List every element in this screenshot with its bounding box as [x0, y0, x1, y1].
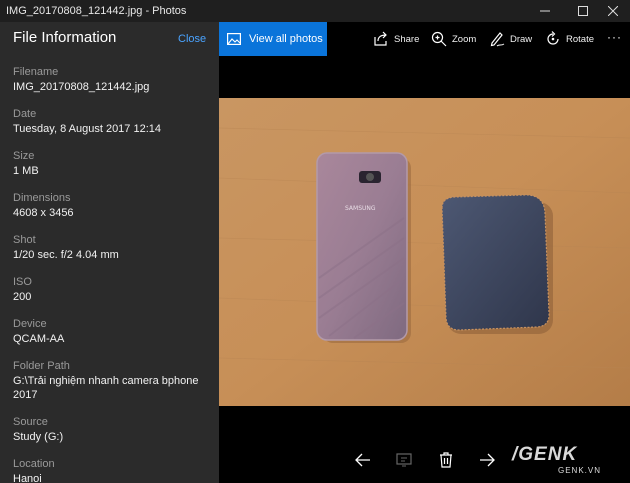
- info-value: 1/20 sec. f/2 4.04 mm: [13, 249, 119, 261]
- info-label: Dimensions: [13, 192, 71, 204]
- close-icon: [608, 6, 618, 16]
- panel-title: File Information: [13, 29, 117, 46]
- arrow-left-icon: [355, 453, 370, 467]
- info-value[interactable]: G:\Trải nghiệm nhanh camera bphone: [13, 374, 198, 388]
- file-info-panel: File Information Close Filename IMG_2017…: [0, 22, 219, 483]
- info-location: Location Hanoi: [13, 457, 55, 483]
- draw-label: Draw: [510, 33, 533, 45]
- delete-button[interactable]: [436, 450, 456, 470]
- zoom-icon: [431, 31, 447, 47]
- info-label: ISO: [13, 276, 32, 288]
- info-label: Filename: [13, 66, 59, 78]
- info-value: Study (G:): [13, 431, 64, 443]
- info-iso: ISO 200: [13, 275, 32, 304]
- slideshow-icon: [396, 453, 412, 467]
- info-label: Date: [13, 108, 37, 120]
- info-label: Size: [13, 150, 35, 162]
- info-label: Location: [13, 458, 55, 470]
- maximize-button[interactable]: [566, 0, 600, 22]
- rotate-icon: [547, 31, 559, 45]
- photo-viewer: SAMSUNG: [219, 56, 630, 483]
- zoom-button[interactable]: Zoom: [431, 30, 476, 48]
- info-label: Folder Path: [13, 360, 70, 372]
- rotate-label: Rotate: [566, 33, 594, 45]
- photo-image: SAMSUNG: [219, 98, 630, 406]
- genk-watermark: /GENK GENK.VN: [512, 444, 622, 478]
- close-panel-link[interactable]: Close: [178, 33, 206, 45]
- close-window-button[interactable]: [596, 0, 630, 22]
- view-all-label: View all photos: [249, 33, 323, 45]
- info-label: Source: [13, 416, 48, 428]
- delete-icon: [440, 452, 452, 468]
- info-folder-path: Folder Path G:\Trải nghiệm nhanh camera …: [13, 359, 198, 402]
- view-all-photos-button[interactable]: View all photos: [219, 22, 327, 56]
- info-value: Tuesday, 8 August 2017 12:14: [13, 123, 162, 135]
- info-value: QCAM-AA: [13, 333, 65, 345]
- minimize-icon: [540, 10, 550, 12]
- info-device: Device QCAM-AA: [13, 317, 64, 346]
- more-icon[interactable]: ···: [607, 30, 622, 44]
- info-value: IMG_20170808_121442.jpg: [13, 81, 150, 93]
- info-dimensions: Dimensions 4608 x 3456: [13, 191, 74, 220]
- toolbar: Share Zoom Draw Rotate ···: [327, 22, 630, 56]
- share-icon: [374, 31, 387, 46]
- info-value: 200: [13, 291, 32, 303]
- info-value: 1 MB: [13, 165, 39, 177]
- photos-icon: [227, 33, 241, 45]
- slideshow-button[interactable]: [394, 450, 414, 470]
- info-value: 4608 x 3456: [13, 207, 74, 219]
- draw-icon: [490, 32, 505, 47]
- info-shot: Shot 1/20 sec. f/2 4.04 mm: [13, 233, 119, 262]
- watermark-logo: /GENK: [512, 444, 578, 465]
- info-value: Hanoi: [13, 473, 42, 483]
- title-bar: IMG_20170808_121442.jpg - Photos: [0, 0, 630, 22]
- window-title: IMG_20170808_121442.jpg - Photos: [6, 5, 187, 17]
- info-label: Device: [13, 318, 47, 330]
- share-button[interactable]: Share: [373, 30, 419, 48]
- next-button[interactable]: [477, 450, 497, 470]
- maximize-icon: [578, 6, 588, 16]
- draw-button[interactable]: Draw: [489, 30, 532, 48]
- info-filename: Filename IMG_20170808_121442.jpg: [13, 65, 149, 94]
- phone-brand-text: SAMSUNG: [345, 205, 376, 212]
- previous-button[interactable]: [353, 450, 373, 470]
- zoom-label: Zoom: [452, 33, 477, 45]
- info-label: Shot: [13, 234, 36, 246]
- info-value-continued[interactable]: 2017: [13, 388, 198, 402]
- share-label: Share: [394, 33, 420, 45]
- info-source: Source Study (G:): [13, 415, 63, 444]
- rotate-button[interactable]: Rotate: [545, 30, 594, 48]
- watermark-url: GENK.VN: [558, 466, 602, 475]
- info-size: Size 1 MB: [13, 149, 39, 178]
- arrow-right-icon: [480, 453, 495, 467]
- minimize-button[interactable]: [528, 0, 562, 22]
- info-date: Date Tuesday, 8 August 2017 12:14: [13, 107, 161, 136]
